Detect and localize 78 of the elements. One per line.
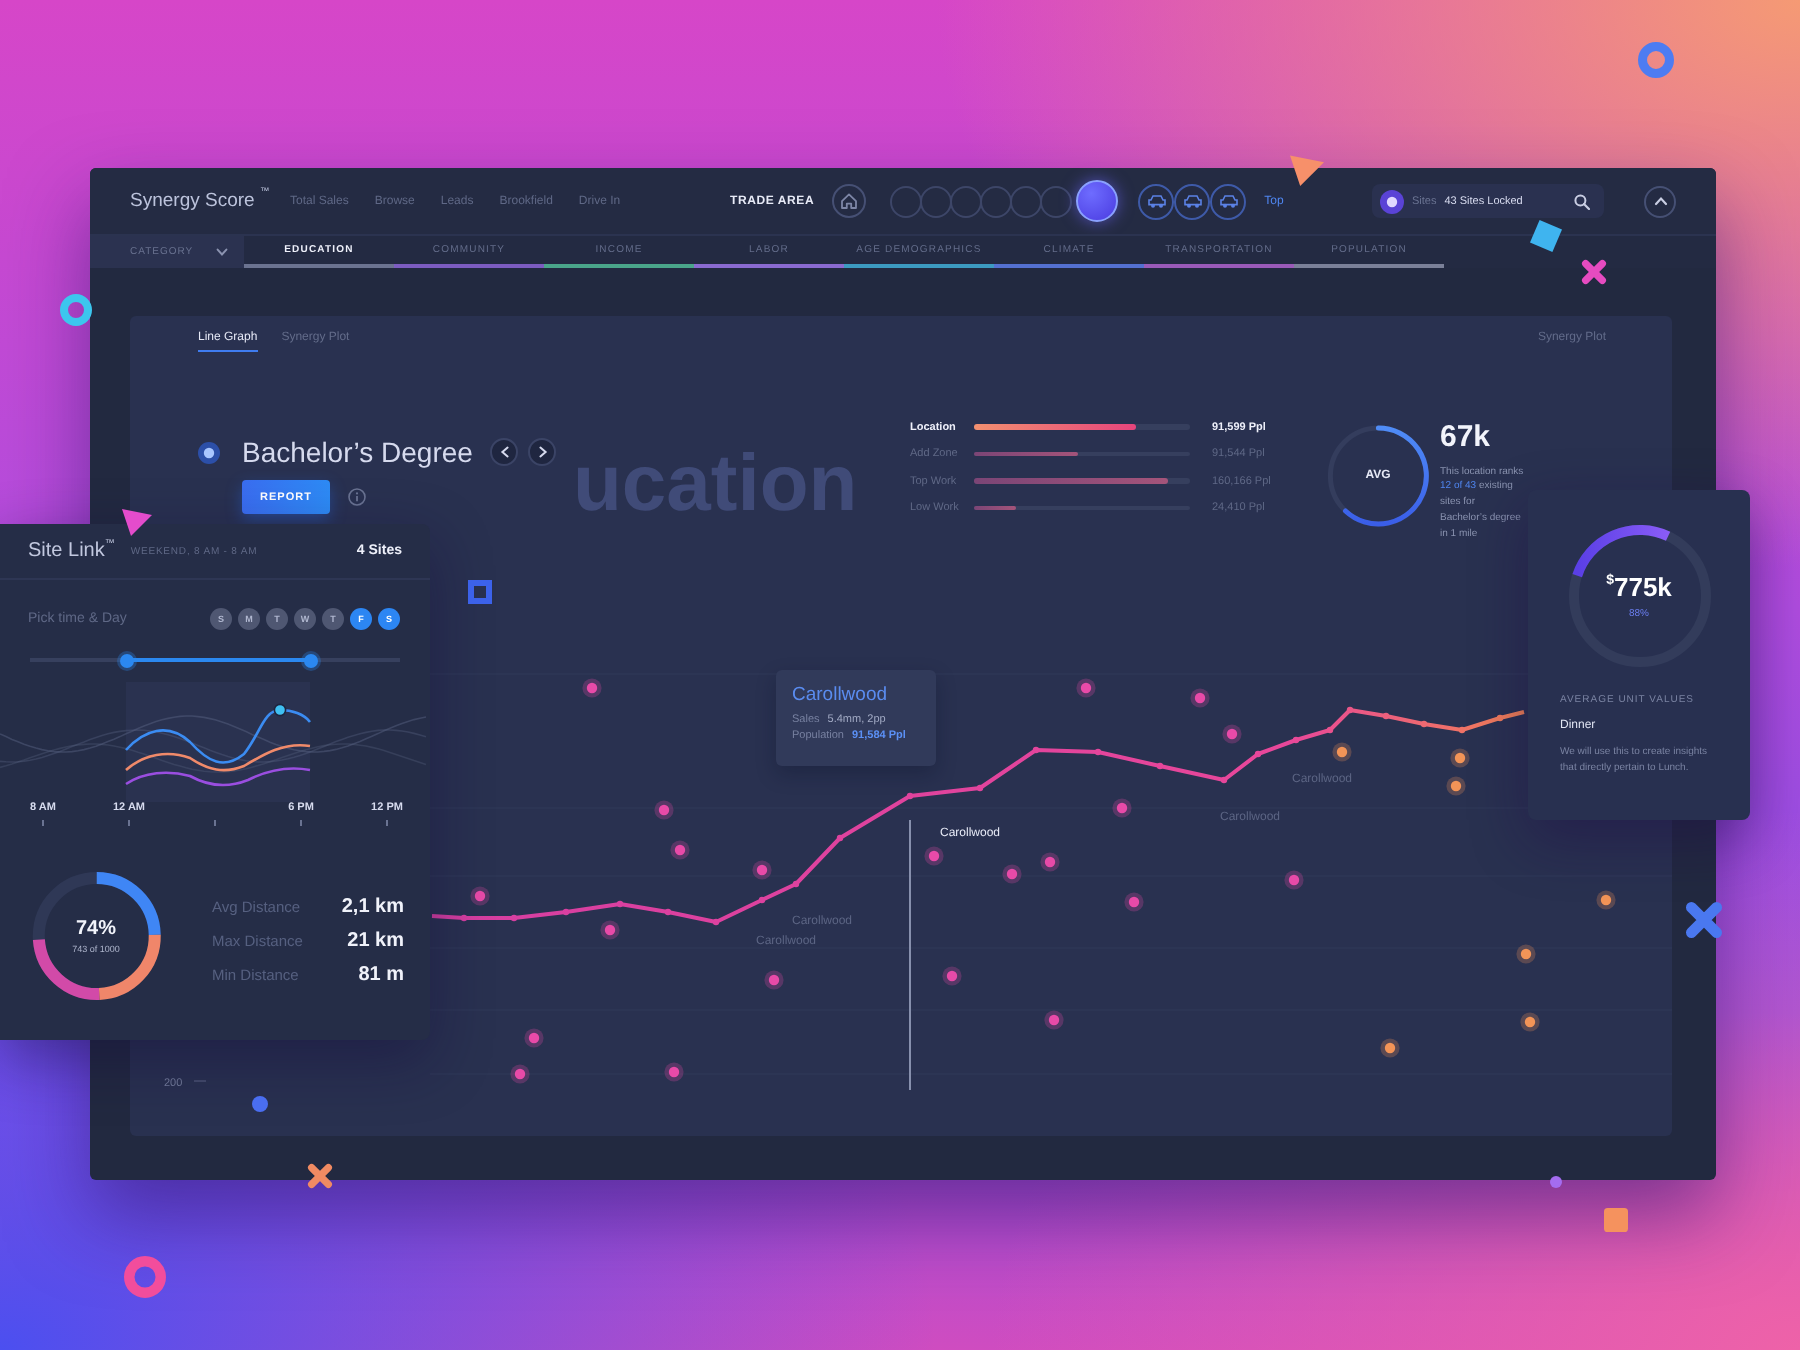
vehicle-button[interactable] bbox=[1174, 183, 1211, 219]
scatter-point bbox=[1040, 852, 1060, 872]
scatter-point bbox=[1596, 890, 1616, 910]
scatter-point bbox=[942, 966, 962, 986]
car-icon bbox=[1147, 194, 1166, 208]
triangle-icon bbox=[122, 506, 152, 536]
page-title: Bachelor’s Degree bbox=[242, 436, 473, 468]
tick-mark bbox=[42, 820, 44, 826]
home-button[interactable] bbox=[832, 184, 867, 218]
tick-mark bbox=[128, 820, 130, 826]
triangle-icon bbox=[1290, 152, 1324, 186]
scatter-point bbox=[752, 860, 772, 880]
scatter-point bbox=[654, 800, 674, 820]
ring-icon bbox=[124, 1256, 166, 1298]
car-icon bbox=[1219, 194, 1238, 208]
car-icon bbox=[1183, 194, 1202, 208]
dot-icon bbox=[1550, 1176, 1562, 1188]
scatter-point bbox=[1112, 798, 1132, 818]
vehicle-button[interactable] bbox=[1138, 183, 1175, 219]
scatter-point bbox=[670, 840, 690, 860]
stat-value: 81 m bbox=[358, 964, 404, 986]
stat-value: 2,1 km bbox=[341, 896, 404, 918]
scatter-point bbox=[1446, 776, 1466, 796]
dot-icon bbox=[1380, 189, 1404, 213]
scatter-point bbox=[1190, 688, 1210, 708]
range-handle[interactable] bbox=[304, 653, 319, 667]
gauge-ring bbox=[1568, 525, 1710, 667]
unit-value: 775k bbox=[1613, 572, 1672, 602]
scatter-point bbox=[1222, 724, 1242, 744]
scatter-point bbox=[1380, 1038, 1400, 1058]
scatter-point bbox=[1516, 944, 1536, 964]
radius-option[interactable] bbox=[1076, 180, 1119, 222]
cross-icon bbox=[1582, 260, 1606, 284]
scatter-point bbox=[600, 920, 620, 940]
dot-icon bbox=[252, 1096, 268, 1112]
scatter-point bbox=[664, 1062, 684, 1082]
tick-mark bbox=[214, 820, 216, 826]
home-icon bbox=[840, 192, 859, 210]
dot-icon bbox=[198, 441, 220, 463]
search-icon bbox=[1574, 193, 1590, 209]
panel-title: Site Link$^{™}$ bbox=[28, 540, 115, 562]
chevron-right-icon bbox=[537, 446, 548, 458]
square-icon bbox=[468, 580, 492, 604]
scatter-point bbox=[524, 1028, 544, 1048]
scatter-point bbox=[1332, 742, 1352, 762]
ring-icon bbox=[60, 294, 92, 326]
stat-value: 21 km bbox=[347, 930, 404, 952]
info-icon[interactable] bbox=[348, 488, 366, 506]
scatter-point bbox=[924, 846, 944, 866]
scatter-point bbox=[1076, 678, 1096, 698]
scatter-point bbox=[1124, 892, 1144, 912]
average-value: 67k bbox=[1440, 422, 1493, 455]
ring-icon bbox=[1638, 42, 1674, 78]
next-button[interactable] bbox=[528, 438, 557, 466]
cross-icon bbox=[308, 1164, 332, 1188]
caret-down-icon bbox=[216, 248, 228, 256]
scatter-point bbox=[1002, 864, 1022, 884]
vehicle-button[interactable] bbox=[1210, 183, 1247, 219]
chevron-up-icon bbox=[1653, 196, 1667, 206]
tick-mark bbox=[300, 820, 302, 826]
cross-icon bbox=[1686, 902, 1722, 938]
scatter-point bbox=[764, 970, 784, 990]
scatter-point bbox=[510, 1064, 530, 1084]
range-handle[interactable] bbox=[119, 653, 134, 667]
previous-button[interactable] bbox=[490, 438, 519, 466]
donut-value: 74% bbox=[75, 917, 116, 939]
collapse-button[interactable] bbox=[1644, 185, 1676, 217]
scatter-point bbox=[1520, 1012, 1540, 1032]
square-icon bbox=[1604, 1208, 1628, 1232]
scatter-point bbox=[1450, 748, 1470, 768]
scatter-point bbox=[582, 678, 602, 698]
chevron-left-icon bbox=[499, 446, 510, 458]
tooltip-title: Carollwood bbox=[792, 684, 890, 706]
marker-icon bbox=[273, 703, 287, 717]
tick-mark bbox=[386, 820, 388, 826]
scatter-point bbox=[1284, 870, 1304, 890]
scatter-point bbox=[470, 886, 490, 906]
scatter-point bbox=[1044, 1010, 1064, 1030]
